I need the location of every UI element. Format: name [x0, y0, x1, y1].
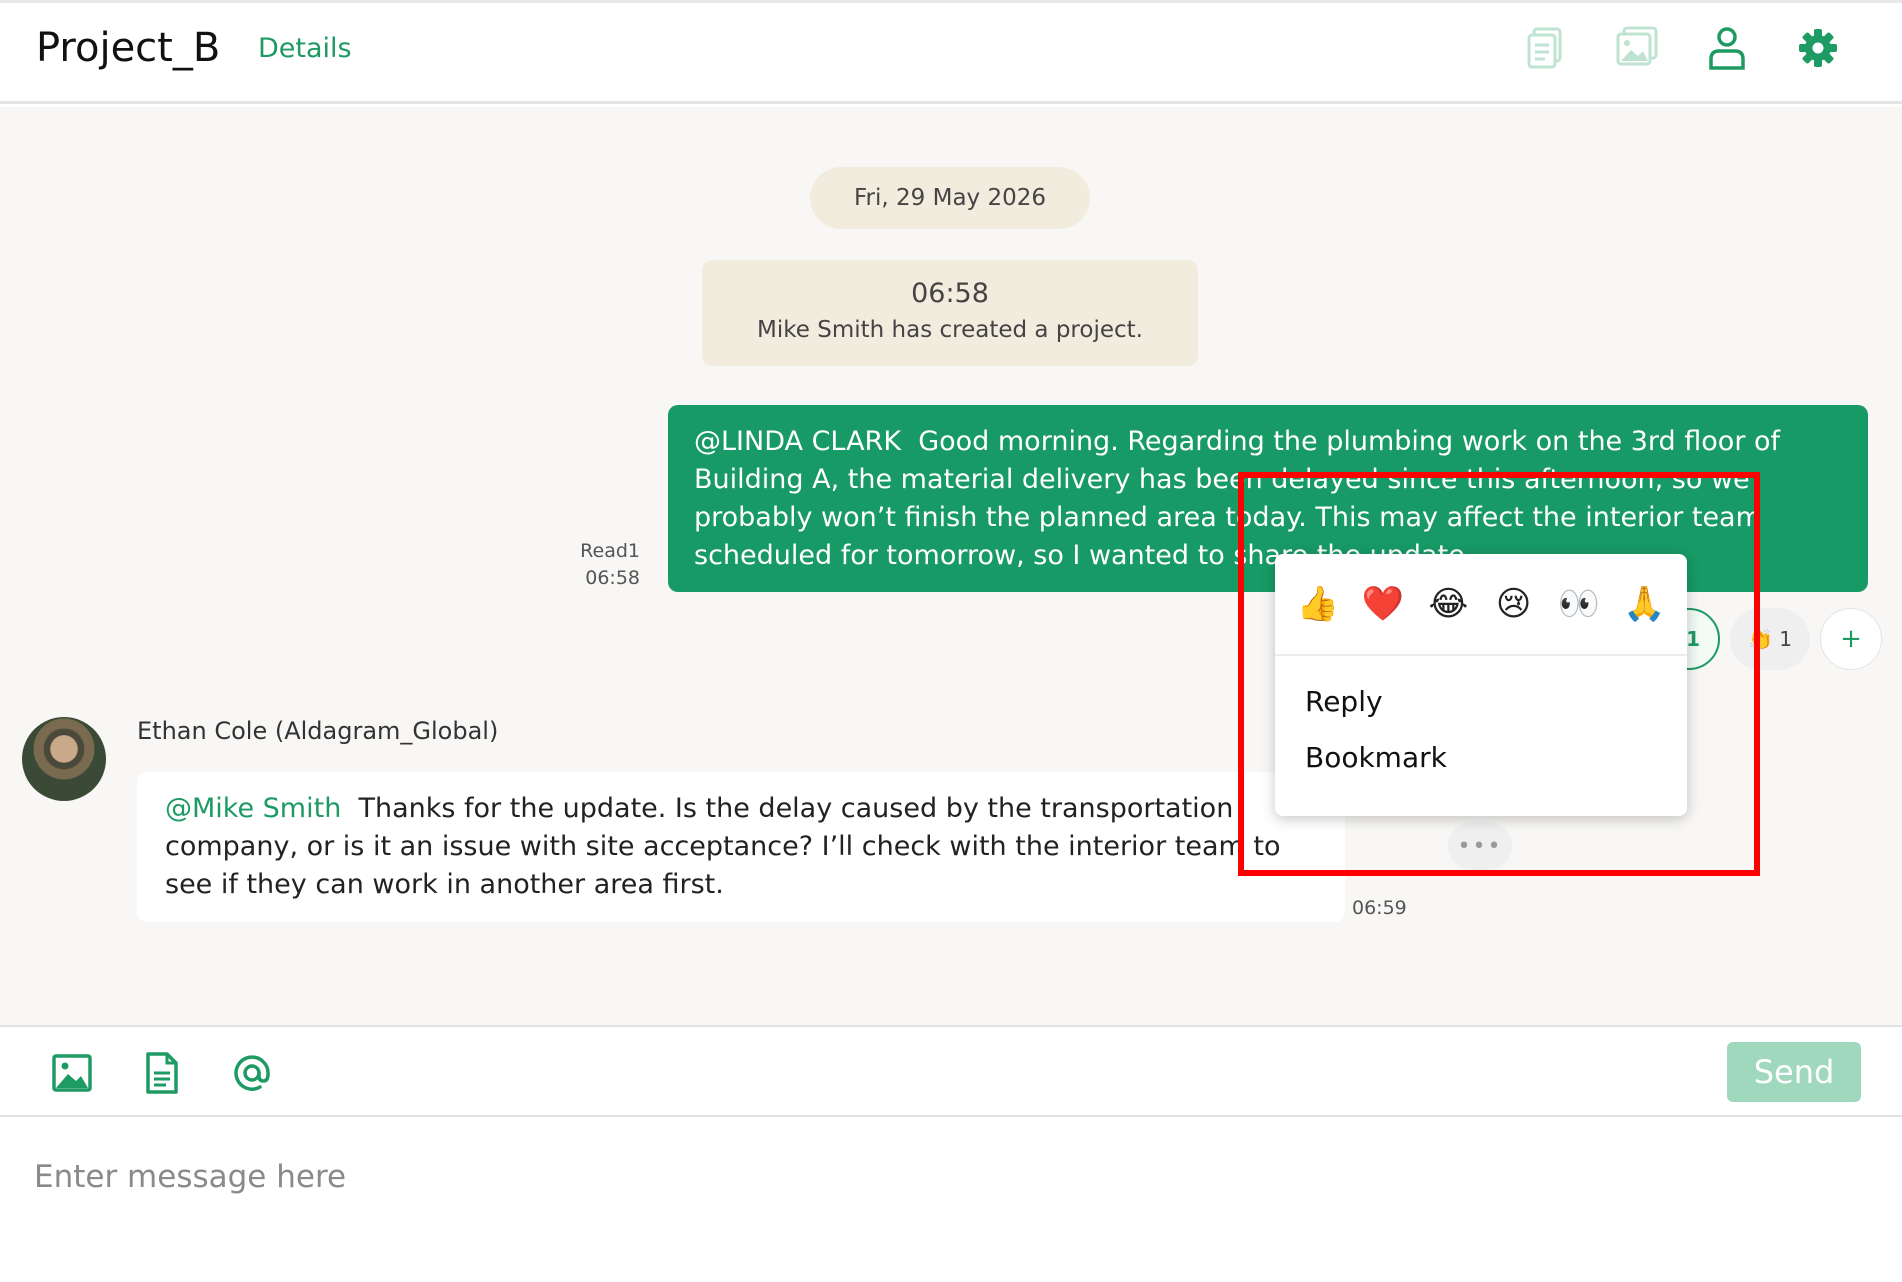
- composer-toolbar: Send: [0, 1025, 1902, 1117]
- image-upload-icon[interactable]: [48, 1049, 96, 1097]
- message-input[interactable]: [34, 1147, 1834, 1207]
- reaction-count: 1: [1779, 627, 1792, 651]
- add-reaction-button[interactable]: +: [1820, 608, 1882, 670]
- outgoing-message-bubble[interactable]: @LINDA CLARK Good morning. Regarding the…: [668, 405, 1868, 592]
- clap-emoji: 👏: [1748, 627, 1773, 651]
- send-button[interactable]: Send: [1727, 1042, 1861, 1102]
- thumbs-up-emoji[interactable]: 👍: [1292, 584, 1344, 624]
- details-link[interactable]: Details: [258, 33, 352, 64]
- reaction-count: 1: [1686, 627, 1700, 651]
- message-meta: Read1 06:58: [560, 538, 640, 592]
- avatar[interactable]: [22, 717, 106, 801]
- eyes-emoji[interactable]: 👀: [1553, 584, 1605, 624]
- message-mention[interactable]: @Mike Smith: [165, 793, 341, 824]
- system-message-text: Mike Smith has created a project.: [757, 317, 1143, 343]
- composer-area: [0, 1117, 1902, 1282]
- sender-name: Ethan Cole (Aldagram_Global): [137, 717, 499, 745]
- message-time: 06:59: [1352, 897, 1407, 919]
- date-separator: Fri, 29 May 2026: [810, 167, 1090, 229]
- message-time: 06:58: [585, 567, 640, 589]
- more-options-button[interactable]: •••: [1448, 822, 1512, 870]
- settings-icon[interactable]: [1793, 23, 1843, 73]
- system-message: 06:58 Mike Smith has created a project.: [702, 260, 1198, 366]
- member-icon[interactable]: [1702, 23, 1752, 73]
- incoming-message-bubble[interactable]: @Mike Smith Thanks for the update. Is th…: [137, 772, 1345, 922]
- reply-menu-item[interactable]: Reply: [1275, 674, 1687, 730]
- file-attach-icon[interactable]: [138, 1049, 186, 1097]
- header-bar: Project_B Details: [0, 0, 1902, 104]
- heart-emoji[interactable]: ❤️: [1357, 584, 1409, 624]
- images-icon[interactable]: [1612, 23, 1662, 73]
- crying-emoji[interactable]: 😢: [1488, 584, 1540, 624]
- mention-icon[interactable]: [228, 1049, 276, 1097]
- reaction-chip[interactable]: 👏 1: [1730, 608, 1810, 670]
- laughing-emoji[interactable]: 😂: [1422, 584, 1474, 624]
- bookmark-menu-item[interactable]: Bookmark: [1275, 730, 1687, 786]
- files-icon[interactable]: [1522, 23, 1572, 73]
- read-receipt[interactable]: Read1: [560, 538, 640, 565]
- message-context-menu: 👍 ❤️ 😂 😢 👀 🙏 Reply Bookmark: [1275, 554, 1687, 816]
- pray-emoji[interactable]: 🙏: [1618, 584, 1670, 624]
- message-mention[interactable]: @LINDA CLARK: [694, 426, 901, 457]
- system-message-time: 06:58: [911, 278, 989, 309]
- emoji-reaction-picker: 👍 ❤️ 😂 😢 👀 🙏: [1275, 554, 1687, 656]
- project-title: Project_B: [36, 25, 221, 71]
